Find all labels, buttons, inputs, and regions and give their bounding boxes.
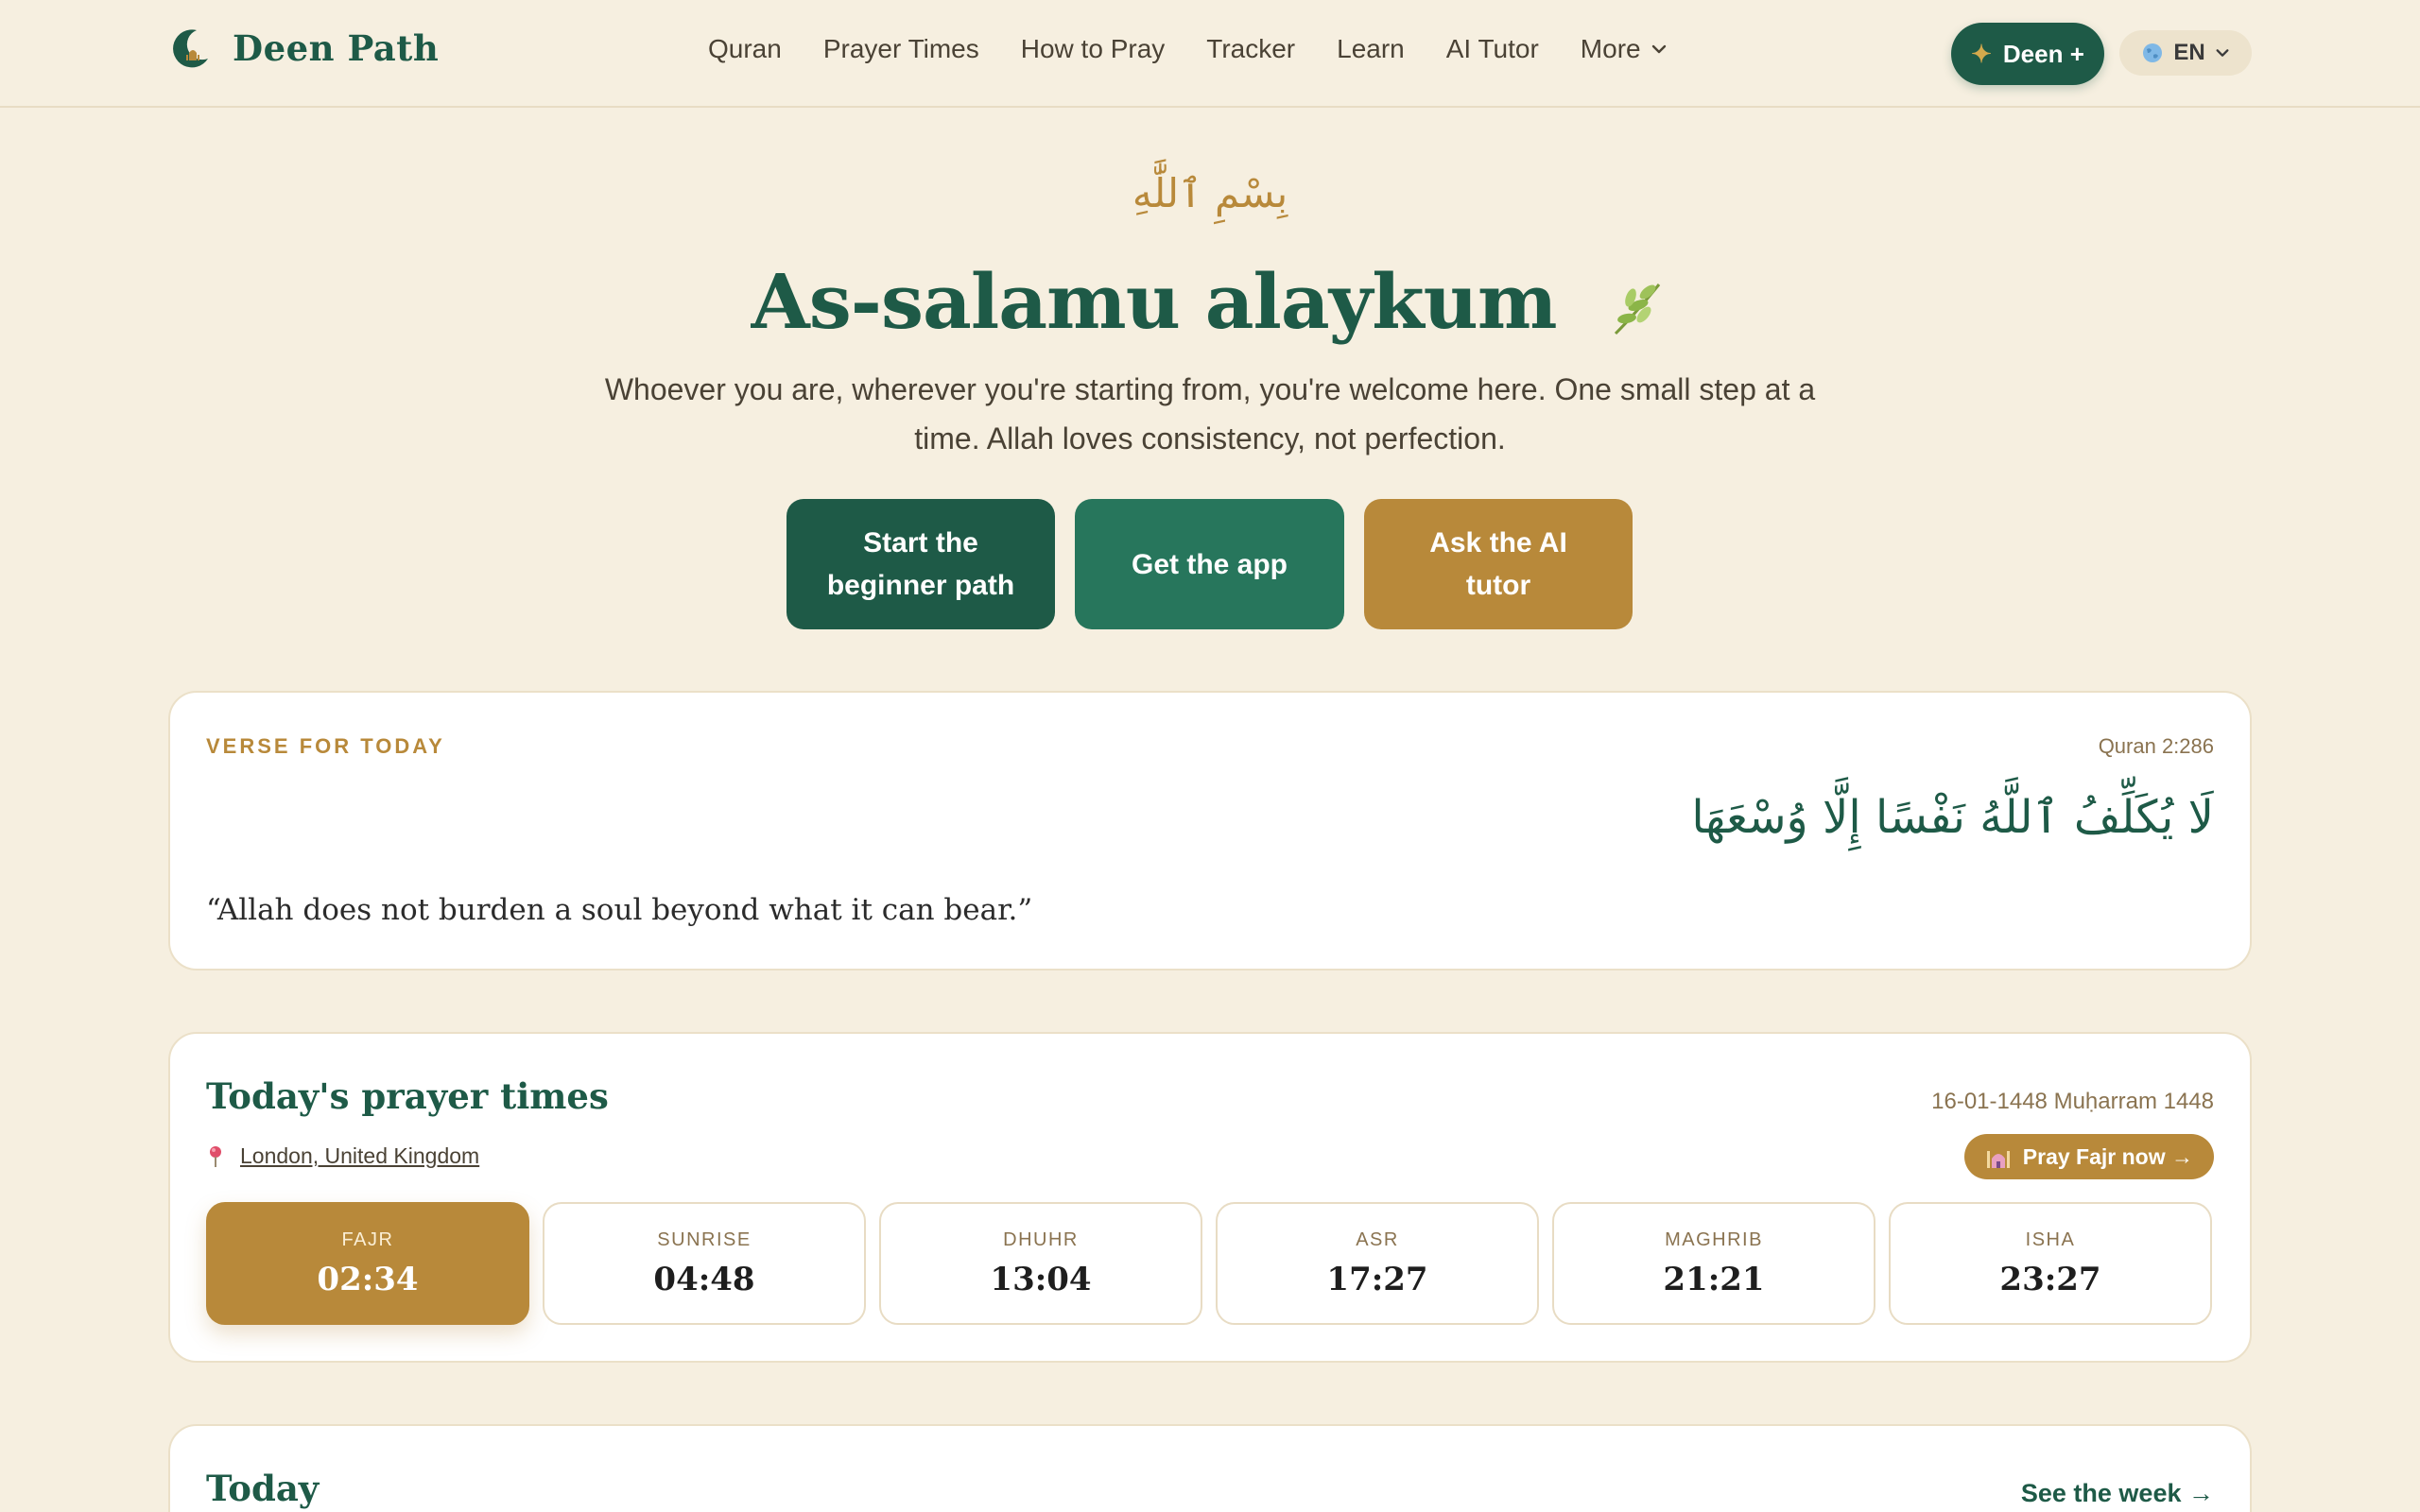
prayer-tile-sunrise[interactable]: SUNRISE 04:48 (543, 1202, 866, 1325)
get-the-app-button[interactable]: Get the app (1075, 499, 1344, 629)
location-pin-icon (210, 1145, 221, 1167)
verse-arabic: لَا يُكَلِّفُ ٱللَّهُ نَفْسًا إِلَّا وُس… (1691, 791, 2214, 844)
prayer-tile-isha[interactable]: ISHA 23:27 (1889, 1202, 2212, 1325)
nav-how-to-pray[interactable]: How to Pray (1021, 34, 1166, 64)
nav-quran[interactable]: Quran (708, 34, 782, 64)
ask-ai-tutor-button[interactable]: Ask the AI tutor (1364, 499, 1633, 629)
prayer-tile-maghrib[interactable]: MAGHRIB 21:21 (1552, 1202, 1876, 1325)
prayer-name: DHUHR (1003, 1228, 1079, 1250)
prayer-time: 04:48 (653, 1260, 755, 1298)
chevron-down-icon (1651, 44, 1666, 54)
nav-learn[interactable]: Learn (1337, 34, 1405, 64)
herb-leaf-icon (1615, 284, 1661, 335)
prayer-time: 13:04 (990, 1260, 1092, 1298)
pray-now-label: Pray Fajr now → (2022, 1143, 2193, 1169)
see-the-week-link[interactable]: See the week → (2021, 1479, 2214, 1508)
start-beginner-path-button[interactable]: Start the beginner path (786, 499, 1055, 629)
language-selector[interactable]: EN (2119, 30, 2252, 76)
location-link[interactable]: London, United Kingdom (240, 1143, 479, 1169)
prayer-times-row: FAJR 02:34 SUNRISE 04:48 DHUHR 13:04 ASR… (206, 1202, 2212, 1325)
location[interactable]: London, United Kingdom (206, 1143, 479, 1169)
nav-more-label: More (1580, 34, 1641, 63)
prayer-name: MAGHRIB (1665, 1228, 1763, 1250)
hijri-date: 16-01-1448 Muḥarram 1448 (1931, 1089, 2214, 1114)
prayer-time: 17:27 (1326, 1260, 1428, 1298)
prayer-times-title: Today's prayer times (206, 1075, 609, 1117)
globe-icon (2143, 43, 2163, 62)
prayer-name: SUNRISE (657, 1228, 752, 1250)
prayer-time: 21:21 (1663, 1260, 1765, 1298)
nav-ai-tutor[interactable]: AI Tutor (1446, 34, 1539, 64)
verse-english: “Allah does not burden a soul beyond wha… (206, 893, 1033, 927)
prayer-name: ASR (1356, 1228, 1399, 1250)
hero-subtitle: Whoever you are, wherever you're startin… (604, 372, 1816, 455)
deen-plus-button[interactable]: ✦ Deen + (1951, 23, 2104, 85)
prayer-tile-dhuhr[interactable]: DHUHR 13:04 (879, 1202, 1202, 1325)
deen-plus-label: Deen + (2002, 39, 2084, 68)
brand-name: Deen Path (233, 27, 440, 69)
mosque-icon (1986, 1151, 2010, 1168)
main-nav: Quran Prayer Times How to Pray Tracker L… (708, 34, 1709, 64)
hero-title-text: As-salamu alaykum (751, 257, 1558, 346)
brand[interactable]: Deen Path (168, 26, 439, 70)
bismillah-text: بِسْمِ ٱللَّٰهِ (1132, 170, 1288, 216)
nav-tracker[interactable]: Tracker (1206, 34, 1295, 64)
chevron-down-icon (2216, 49, 2229, 57)
language-label: EN (2173, 40, 2205, 65)
sparkle-icon: ✦ (1971, 39, 1992, 68)
verse-label: VERSE FOR TODAY (206, 734, 445, 758)
today-title: Today (206, 1468, 320, 1509)
verse-card: VERSE FOR TODAY Quran 2:286 لَا يُكَلِّف… (168, 691, 2252, 971)
prayer-tile-fajr[interactable]: FAJR 02:34 (206, 1202, 529, 1325)
today-card: Today See the week → (168, 1424, 2252, 1512)
prayer-name: ISHA (2025, 1228, 2076, 1250)
prayer-name: FAJR (341, 1228, 394, 1250)
pray-now-button[interactable]: Pray Fajr now → (1963, 1134, 2214, 1179)
verse-reference: Quran 2:286 (2098, 734, 2214, 758)
prayer-time: 23:27 (1999, 1260, 2101, 1298)
crescent-mosque-icon (173, 29, 208, 68)
prayer-times-card: Today's prayer times 16-01-1448 Muḥarram… (168, 1032, 2252, 1363)
nav-more[interactable]: More (1581, 34, 1668, 64)
hero-title: As-salamu alaykum (0, 257, 2420, 346)
nav-prayer-times[interactable]: Prayer Times (823, 34, 979, 64)
prayer-tile-asr[interactable]: ASR 17:27 (1216, 1202, 1539, 1325)
prayer-time: 02:34 (317, 1260, 419, 1298)
top-header: Deen Path Quran Prayer Times How to Pray… (0, 0, 2420, 108)
